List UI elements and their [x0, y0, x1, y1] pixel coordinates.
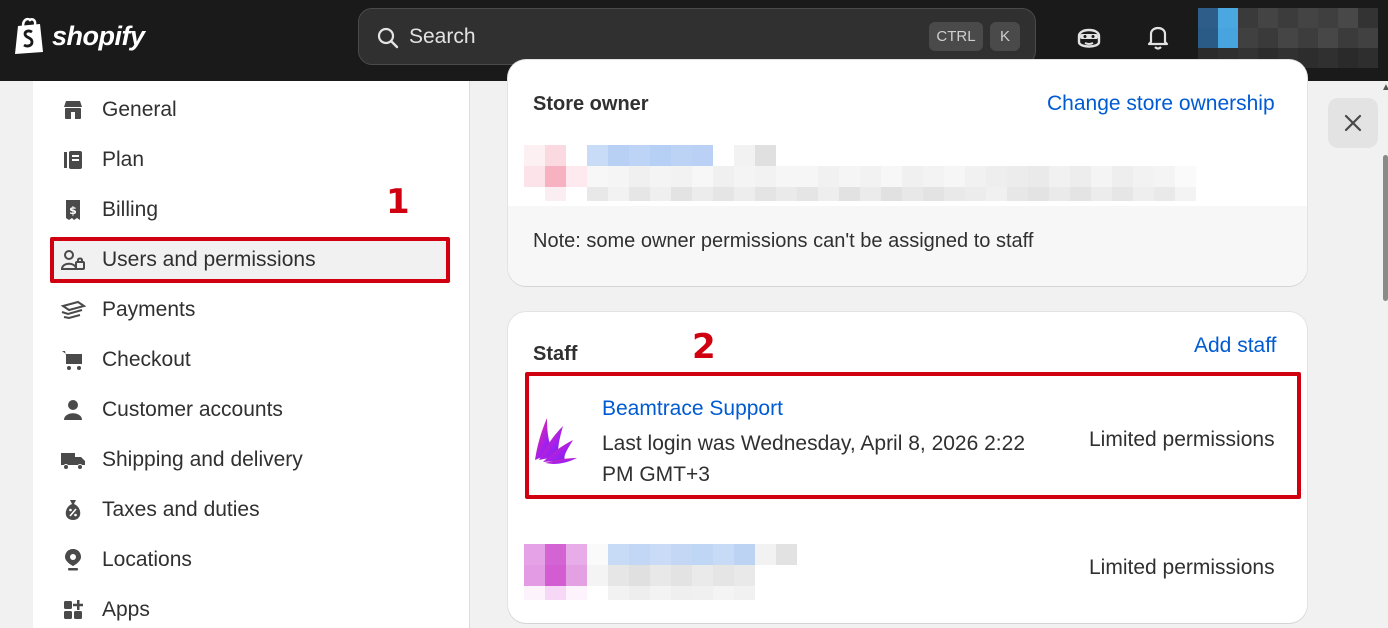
- sidebar-item-label: Customer accounts: [102, 398, 283, 421]
- annotation-marker-1: 1: [386, 182, 410, 222]
- brand-name: shopify: [52, 20, 145, 51]
- sidebar-item-customer-accounts[interactable]: Customer accounts: [51, 388, 451, 432]
- sidebar-item-label: Billing: [102, 198, 159, 221]
- staff-title: Staff: [533, 343, 578, 365]
- sidebar-item-plan[interactable]: Plan: [51, 138, 451, 182]
- owner-note-section: Note: some owner permissions can't be as…: [508, 206, 1307, 286]
- store-owner-card: Store owner Change store ownership Note:…: [508, 60, 1307, 286]
- staff-member-2-permissions: Limited permissions: [1089, 556, 1275, 579]
- store-account-menu[interactable]: [1198, 8, 1378, 68]
- page-scrollbar[interactable]: [1383, 155, 1388, 301]
- payments-icon: [51, 298, 95, 322]
- blurred-owner-email: [797, 166, 1196, 201]
- store-owner-title: Store owner: [533, 93, 649, 115]
- search-bar[interactable]: Search CTRL K: [358, 8, 1036, 65]
- blurred-owner-avatar: [524, 145, 797, 201]
- sidebar-item-label: Shipping and delivery: [102, 448, 303, 471]
- tax-icon: [51, 498, 95, 522]
- sidebar-item-label: Checkout: [102, 348, 191, 371]
- shopify-bag-icon: [15, 17, 43, 54]
- shortcut-k-key: K: [990, 22, 1020, 51]
- sidebar-item-taxes-and-duties[interactable]: Taxes and duties: [51, 488, 451, 532]
- sidebar-item-label: Taxes and duties: [102, 498, 260, 521]
- location-icon: [51, 548, 95, 572]
- highlight-box-users-and-permissions: [50, 237, 450, 283]
- add-staff-link[interactable]: Add staff: [1194, 334, 1277, 358]
- apps-icon: [51, 598, 95, 622]
- bell-icon[interactable]: [1144, 22, 1172, 52]
- change-store-ownership-link[interactable]: Change store ownership: [1047, 92, 1275, 116]
- settings-sidebar: General Plan $ Billing Users and permiss…: [33, 81, 470, 628]
- cart-icon: [51, 348, 95, 372]
- sidebar-item-label: General: [102, 98, 177, 121]
- close-icon: [1344, 114, 1362, 132]
- beamtrace-logo-icon: [535, 418, 577, 464]
- sidebar-item-label: Locations: [102, 548, 192, 571]
- sidekick-icon[interactable]: [1074, 22, 1104, 52]
- close-settings-button[interactable]: [1328, 98, 1378, 148]
- store-icon: [51, 98, 95, 122]
- sidebar-item-shipping-and-delivery[interactable]: Shipping and delivery: [51, 438, 451, 482]
- blurred-staff-member: [524, 544, 818, 600]
- sidebar-item-locations[interactable]: Locations: [51, 538, 451, 582]
- sidebar-item-payments[interactable]: Payments: [51, 288, 451, 332]
- search-icon: [377, 27, 399, 49]
- shortcut-ctrl-key: CTRL: [929, 22, 983, 51]
- sidebar-item-apps[interactable]: Apps: [51, 588, 451, 628]
- shopify-logo[interactable]: shopify: [12, 16, 145, 56]
- truck-icon: [51, 448, 95, 472]
- sidebar-item-label: Plan: [102, 148, 145, 171]
- receipt-icon: $: [51, 198, 95, 222]
- sidebar-item-label: Payments: [102, 298, 196, 321]
- owner-permissions-note: Note: some owner permissions can't be as…: [533, 230, 1034, 252]
- scroll-up-arrow-icon[interactable]: ▲: [1381, 82, 1388, 93]
- svg-text:$: $: [69, 204, 77, 217]
- staff-member-name-link[interactable]: Beamtrace Support: [602, 397, 783, 421]
- sidebar-item-general[interactable]: General: [51, 88, 451, 132]
- sidebar-item-checkout[interactable]: Checkout: [51, 338, 451, 382]
- staff-member-1-permissions: Limited permissions: [1089, 428, 1275, 451]
- sidebar-item-label: Apps: [102, 598, 150, 621]
- annotation-marker-2: 2: [692, 327, 716, 367]
- plan-icon: [51, 148, 95, 172]
- person-icon: [51, 398, 95, 422]
- staff-member-last-login: Last login was Wednesday, April 8, 2026 …: [602, 432, 1025, 486]
- search-placeholder: Search: [409, 25, 476, 48]
